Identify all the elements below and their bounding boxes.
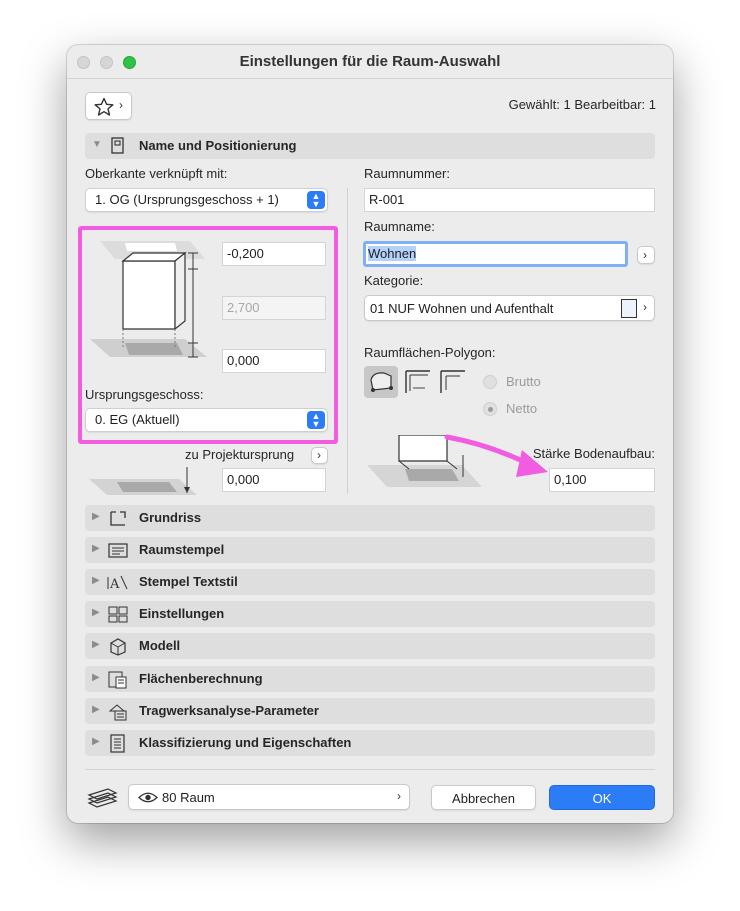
top-link-label: Oberkante verknüpft mit: (85, 166, 228, 181)
disclosure-right-icon: ▶ (92, 672, 100, 683)
section-title: Name und Positionierung (139, 138, 297, 153)
layer-value: 80 Raum (162, 790, 215, 805)
room-number-label: Raumnummer: (364, 166, 450, 181)
radio-gross[interactable] (483, 375, 497, 389)
room-polygon-icon (370, 372, 393, 392)
star-icon (94, 97, 114, 116)
floor-thickness-field[interactable]: 0,100 (549, 468, 655, 492)
bottom-divider (85, 769, 655, 770)
radio-net[interactable] (483, 402, 497, 416)
disclosure-right-icon: ▶ (92, 639, 100, 650)
polygon-inner-edge-icon[interactable] (403, 368, 433, 396)
project-origin-diagram (89, 467, 197, 495)
category-value: 01 NUF Wohnen und Aufenthalt (370, 301, 554, 316)
disclosure-right-icon: ▶ (92, 543, 100, 554)
zone-stamp-icon (108, 543, 128, 558)
project-origin-label: zu Projektursprung (185, 447, 295, 462)
classification-icon (110, 734, 125, 753)
section-title: Klassifizierung und Eigenschaften (139, 735, 352, 750)
room-name-options-button[interactable]: › (637, 246, 655, 264)
disclosure-down-icon: ▼ (92, 139, 102, 150)
disclosure-right-icon: ▶ (92, 575, 100, 586)
cancel-button[interactable]: Abbrechen (431, 785, 536, 810)
settings-dialog: Einstellungen für die Raum-Auswahl › Gew… (67, 45, 673, 823)
section-title: Tragwerksanalyse-Parameter (139, 703, 319, 718)
section-classification[interactable]: ▶ Klassifizierung und Eigenschaften (85, 730, 655, 756)
svg-text:A: A (109, 577, 120, 592)
model-cube-icon (110, 638, 126, 656)
section-title: Grundriss (139, 510, 202, 525)
polygon-auto-button[interactable] (364, 366, 398, 398)
chevron-right-icon: › (317, 448, 321, 462)
favorites-button[interactable]: › (85, 92, 132, 120)
selection-status: Gewählt: 1 Bearbeitbar: 1 (508, 97, 656, 112)
disclosure-right-icon: ▶ (92, 736, 100, 747)
chevron-right-icon: › (643, 300, 647, 314)
chevron-right-icon: › (119, 98, 123, 112)
layers-icon (87, 788, 118, 808)
select-stepper-icon: ▲ ▼ (307, 191, 325, 209)
section-zone-stamp[interactable]: ▶ Raumstempel (85, 537, 655, 563)
settings-grid-icon (108, 606, 128, 623)
text-style-icon: A (107, 575, 128, 592)
arrow-annotation (444, 434, 548, 477)
room-name-field[interactable]: Wohnen (363, 241, 628, 267)
section-title: Flächenberechnung (139, 671, 263, 686)
room-number-field[interactable]: R-001 (364, 188, 655, 212)
column-divider (347, 188, 348, 494)
section-name-positioning[interactable]: ▼ Name und Positionierung (85, 133, 655, 159)
category-select[interactable]: 01 NUF Wohnen und Aufenthalt › (364, 295, 655, 321)
section-area-calc[interactable]: ▶ Flächenberechnung (85, 666, 655, 692)
project-origin-field[interactable]: 0,000 (222, 468, 326, 492)
category-color-swatch (621, 299, 637, 318)
section-structural[interactable]: ▶ Tragwerksanalyse-Parameter (85, 698, 655, 724)
disclosure-right-icon: ▶ (92, 511, 100, 522)
layer-select[interactable]: 80 Raum › (128, 784, 410, 810)
category-label: Kategorie: (364, 273, 424, 288)
section-title: Raumstempel (139, 542, 225, 557)
project-origin-toggle[interactable]: › (311, 447, 328, 464)
top-link-select[interactable]: 1. OG (Ursprungsgeschoss + 1) ▲ ▼ (85, 188, 328, 212)
ok-button[interactable]: OK (549, 785, 655, 810)
zone-icon (111, 137, 124, 154)
disclosure-right-icon: ▶ (92, 704, 100, 715)
chevron-right-icon: › (397, 789, 401, 803)
eye-icon (138, 792, 158, 803)
polygon-label: Raumflächen-Polygon: (364, 345, 496, 360)
title-bar: Einstellungen für die Raum-Auswahl (67, 45, 673, 79)
radio-net-label: Netto (506, 401, 538, 416)
polygon-outer-edge-icon[interactable] (438, 368, 468, 396)
floorplan-icon (110, 511, 126, 526)
section-settings-grid[interactable]: ▶ Einstellungen (85, 601, 655, 627)
window-title: Einstellungen für die Raum-Auswahl (239, 53, 501, 70)
radio-gross-label: Brutto (506, 374, 541, 389)
section-title: Modell (139, 638, 181, 653)
structural-icon (108, 704, 127, 721)
highlight-annotation-box (78, 226, 338, 444)
section-text-style[interactable]: ▶ A Stempel Textstil (85, 569, 655, 595)
section-model-cube[interactable]: ▶ Modell (85, 633, 655, 659)
top-link-value: 1. OG (Ursprungsgeschoss + 1) (95, 192, 279, 207)
disclosure-right-icon: ▶ (92, 607, 100, 618)
area-calc-icon (108, 671, 127, 689)
section-title: Einstellungen (139, 606, 225, 621)
chevron-right-icon: › (643, 248, 647, 262)
section-title: Stempel Textstil (139, 574, 238, 589)
room-name-label: Raumname: (364, 219, 435, 234)
room-name-value: Wohnen (368, 246, 417, 261)
section-floorplan[interactable]: ▶ Grundriss (85, 505, 655, 531)
